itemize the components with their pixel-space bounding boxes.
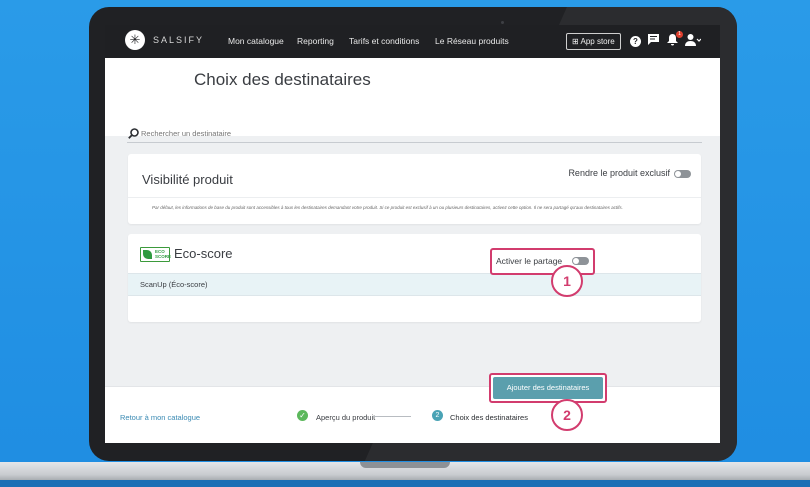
step-number: 2 <box>432 410 443 421</box>
app-store-label: App store <box>580 37 615 46</box>
nav-mon-catalogue[interactable]: Mon catalogue <box>228 36 284 46</box>
annotation-step-2: 2 <box>551 399 583 431</box>
nav-reseau-produits[interactable]: Le Réseau produits <box>435 36 509 46</box>
brand-name: SALSIFY <box>153 35 205 45</box>
add-recipients-button[interactable]: Ajouter des destinataires <box>493 377 603 399</box>
chat-icon[interactable] <box>648 34 659 49</box>
step-apercu-produit[interactable]: Aperçu du produit <box>316 413 375 422</box>
leaf-icon <box>143 250 152 259</box>
visibility-card: Visibilité produit Rendre le produit exc… <box>128 154 701 224</box>
search-underline <box>127 142 702 143</box>
step-connector <box>373 416 411 417</box>
share-label: Activer le partage <box>496 256 563 266</box>
app-store-button[interactable]: ⊞ App store <box>566 33 621 50</box>
share-toggle[interactable] <box>572 257 589 265</box>
search-icon <box>128 128 139 142</box>
step-choix-destinataires: Choix des destinataires <box>450 413 528 422</box>
recipient-name: ScanUp (Éco-score) <box>140 280 208 289</box>
add-recipients-highlight: Ajouter des destinataires <box>489 373 607 403</box>
salsify-logo-icon[interactable]: ✳ <box>125 30 145 50</box>
ecoscore-card: ECO SCORE Eco-score ScanUp (Éco-score) <box>128 234 701 322</box>
top-navigation: ✳ SALSIFY Mon catalogue Reporting Tarifs… <box>105 25 720 58</box>
visibility-description: Par défaut, les informations de base du … <box>152 205 623 210</box>
app-screen: ✳ SALSIFY Mon catalogue Reporting Tarifs… <box>105 25 720 443</box>
page-title: Choix des destinataires <box>194 70 371 89</box>
nav-reporting[interactable]: Reporting <box>297 36 334 46</box>
back-to-catalogue-link[interactable]: Retour à mon catalogue <box>120 413 200 422</box>
notification-badge: 1 <box>676 31 683 38</box>
ecoscore-logo-text: ECO SCORE <box>155 249 172 259</box>
divider <box>128 197 701 198</box>
visibility-title: Visibilité produit <box>142 172 233 187</box>
camera <box>501 21 504 24</box>
exclusive-toggle[interactable] <box>674 170 691 178</box>
exclusive-label: Rendre le produit exclusif <box>568 168 670 178</box>
nav-tarifs[interactable]: Tarifs et conditions <box>349 36 419 46</box>
laptop-notch <box>360 462 450 468</box>
laptop-base-shadow <box>0 480 810 487</box>
recipient-row[interactable]: ScanUp (Éco-score) <box>128 273 701 296</box>
search-input[interactable] <box>141 129 441 138</box>
ecoscore-logo: ECO SCORE <box>140 247 172 262</box>
footer-bar: Retour à mon catalogue ✓ Aperçu du produ… <box>105 386 720 443</box>
ecoscore-title: Eco-score <box>174 246 233 261</box>
check-icon: ✓ <box>297 410 308 421</box>
help-icon[interactable]: ? <box>630 36 641 47</box>
annotation-step-1: 1 <box>551 265 583 297</box>
user-icon[interactable] <box>685 34 702 50</box>
